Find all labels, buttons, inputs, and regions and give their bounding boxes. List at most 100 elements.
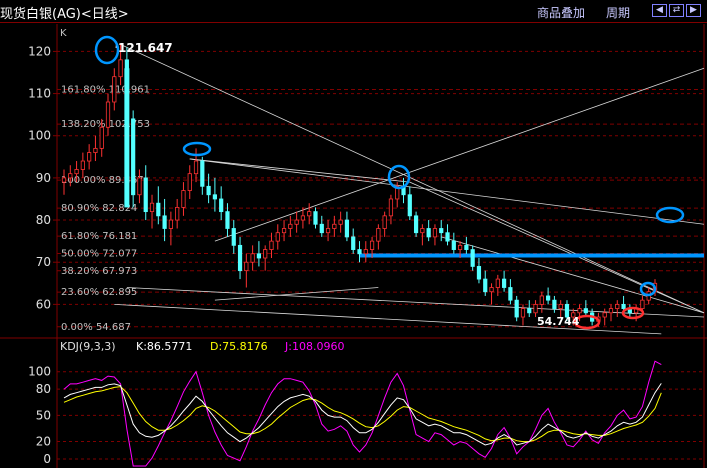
candle-body [426, 228, 431, 238]
kdj-legend-d: D:75.8176 [210, 340, 268, 353]
intersection-circle [387, 164, 411, 190]
candle-body [80, 160, 85, 170]
candle-body [118, 59, 123, 78]
kdj-legend-j: J:108.0960 [284, 340, 344, 353]
candle-body [137, 177, 142, 196]
candle-body [552, 299, 557, 309]
candle-body [68, 173, 73, 179]
candle-body [357, 249, 362, 255]
candle-body [244, 261, 249, 272]
candle-body [546, 295, 551, 301]
candle-body [131, 118, 136, 196]
price-tick-label: 100 [28, 129, 51, 143]
candle-body [577, 308, 582, 314]
kdj-tick-label: 100 [28, 365, 51, 379]
candle-body [275, 232, 280, 242]
candle-body [288, 223, 293, 229]
candle-body [313, 211, 318, 225]
k-panel-label: K [60, 28, 67, 39]
candle-body [263, 249, 268, 259]
fib-level-label: 0.00% 54.687 [61, 322, 131, 333]
candle-body [256, 253, 262, 259]
candle-body [533, 303, 538, 314]
candle-body [325, 228, 331, 234]
candle-body [508, 287, 513, 301]
candle-body [363, 249, 368, 255]
kdj-tick-label: 0 [43, 452, 51, 466]
candle-body [451, 240, 456, 250]
candle-body [420, 228, 425, 234]
candle-body [219, 198, 224, 213]
candle-body [162, 215, 167, 229]
candle-body [583, 308, 588, 314]
high-circle [94, 35, 120, 65]
kdj-j-line [63, 360, 662, 467]
price-tick-label: 110 [28, 87, 51, 101]
candle-body [281, 228, 287, 234]
candle-body [376, 228, 381, 242]
candle-body [344, 219, 350, 238]
candle-body [112, 76, 117, 103]
candle-body [502, 278, 507, 288]
candle-body [489, 287, 494, 293]
candle-body [149, 202, 155, 213]
candle-body [143, 177, 148, 213]
candle-body [338, 219, 343, 225]
fib-level-label: 61.80% 76.181 [61, 231, 137, 242]
candle-body [413, 215, 419, 234]
chart-window: 现货白银(AG)<日线> 商品叠加 周期 ◀ ⇄ ▶ 60 70 80 90 100 11… [0, 0, 707, 468]
candle-body [407, 194, 412, 217]
candle-body [640, 299, 645, 309]
candle-body [514, 299, 519, 318]
trendline [120, 44, 705, 314]
high-price-label: 121.647 [118, 41, 173, 55]
candle-body [294, 219, 299, 225]
peak-ellipse [182, 141, 212, 157]
kdj-tick-label: 50 [36, 408, 51, 422]
chart-canvas[interactable]: 60 70 80 90 100 110 120 0 20 50 80 100 161.80% 110.… [0, 0, 707, 468]
candle-body [457, 244, 463, 250]
candle-body [105, 101, 111, 128]
candle-body [175, 207, 180, 221]
fib-level-label: 23.60% 62.895 [61, 287, 137, 298]
candle-body [615, 303, 620, 309]
annotation-layer [94, 35, 685, 330]
candle-body [445, 232, 450, 242]
crash-candle-highlight [124, 68, 130, 208]
candle-body [156, 202, 161, 217]
candle-body [93, 147, 98, 153]
candle-body [520, 308, 526, 318]
candle-body [369, 240, 375, 250]
kdj-k-line [63, 383, 662, 446]
kdj-tick-label: 80 [36, 382, 51, 396]
candle-body [476, 266, 482, 280]
candle-body [193, 160, 199, 175]
candle-body [464, 244, 469, 250]
candle-body [495, 278, 500, 288]
candle-body [187, 173, 192, 191]
candle-body [168, 219, 173, 229]
candle-body [225, 211, 230, 229]
candle-body [269, 240, 274, 250]
kdj-layer [63, 360, 662, 467]
candle-body [388, 198, 394, 217]
candle-body [206, 185, 211, 196]
candle-body [470, 249, 475, 267]
candle-body [332, 223, 337, 229]
candle-body [382, 215, 387, 229]
candle-body [212, 194, 217, 200]
axis-layer: 60 70 80 90 100 110 120 0 20 50 80 100 [28, 44, 57, 466]
kdj-title: KDJ(9,3,3) [60, 340, 116, 353]
candle-body [87, 152, 92, 162]
fib-level-label: 38.20% 67.973 [61, 266, 137, 277]
candle-body [432, 228, 438, 238]
candle-body [307, 211, 312, 217]
candle-body [74, 169, 79, 175]
candle-body [237, 244, 243, 272]
price-tick-label: 60 [36, 297, 51, 311]
fib-level-label: 50.00% 72.077 [61, 248, 137, 259]
fib-level-label: 161.80% 110.961 [61, 85, 150, 96]
price-tick-label: 80 [36, 213, 51, 227]
candle-body [300, 215, 306, 221]
candle-body [231, 228, 236, 246]
